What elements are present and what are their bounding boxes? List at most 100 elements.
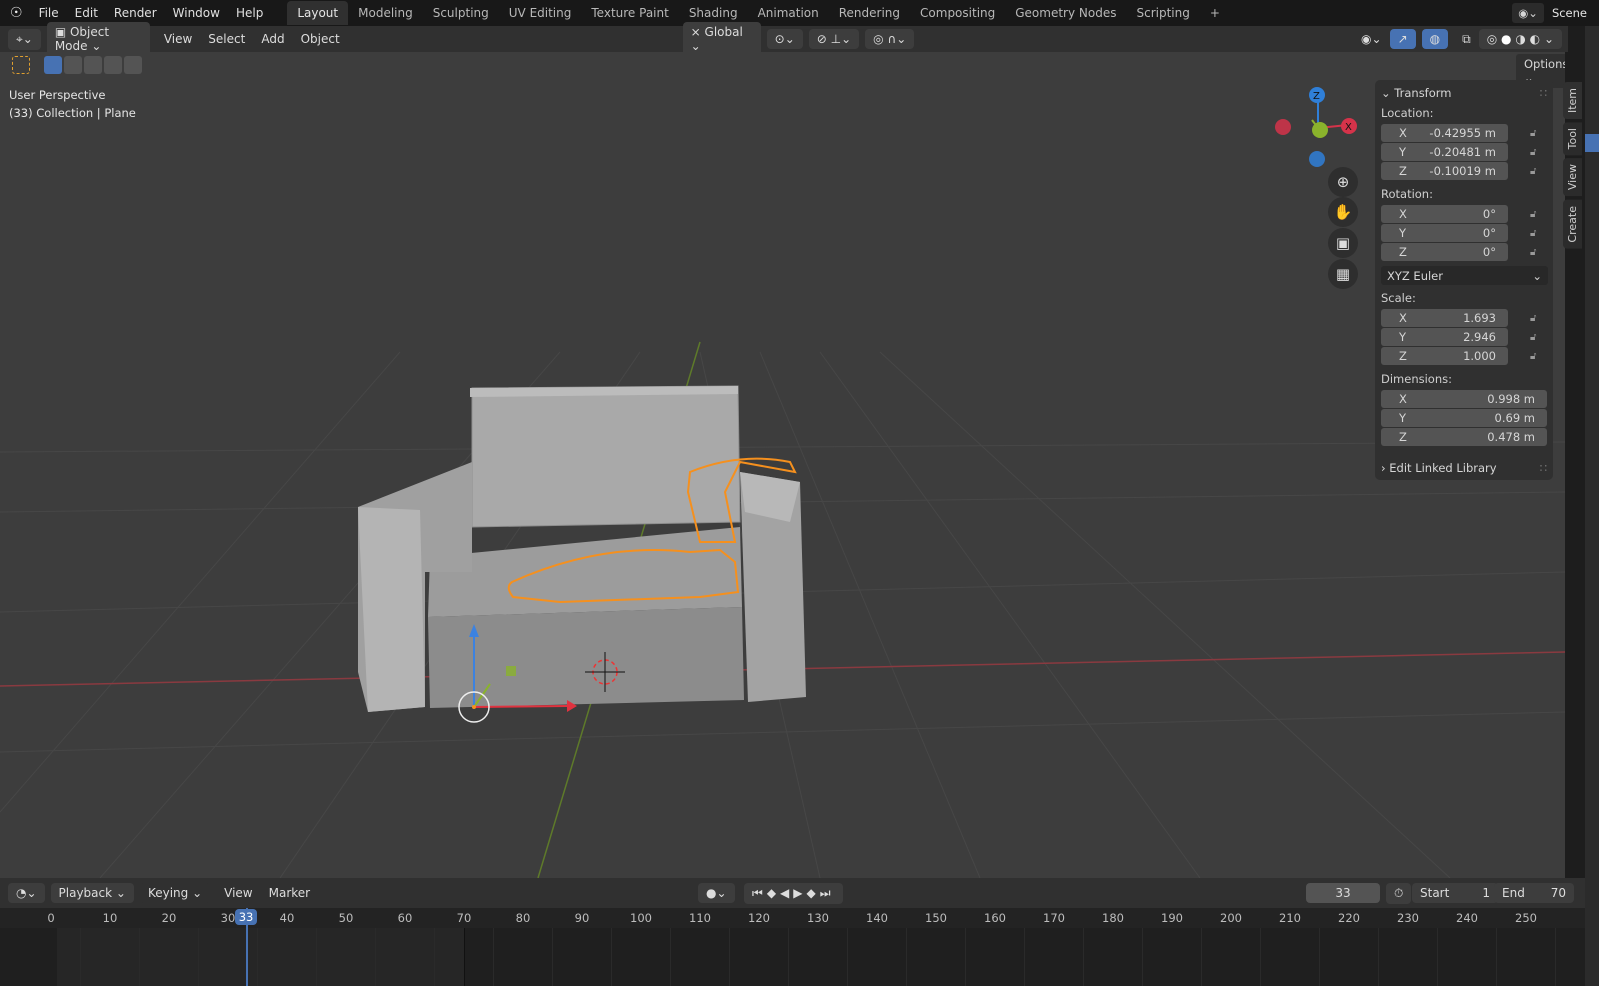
playhead-frame-label[interactable]: 33 bbox=[234, 909, 258, 925]
auto-keying-icon[interactable]: ●⌄ bbox=[698, 883, 735, 903]
end-frame-field[interactable]: End 70 bbox=[1494, 883, 1574, 903]
tab-sculpting[interactable]: Sculpting bbox=[423, 1, 499, 25]
properties-editor-edge[interactable] bbox=[1585, 26, 1599, 986]
pivot-icon[interactable]: ⊙⌄ bbox=[766, 29, 803, 49]
lock-icon[interactable]: 🔓︎ bbox=[1530, 228, 1536, 239]
add-menu[interactable]: Add bbox=[253, 32, 292, 46]
play-reverse-icon[interactable]: ◀ bbox=[780, 886, 793, 900]
jump-start-icon[interactable]: ⏮ bbox=[752, 886, 767, 900]
view-menu[interactable]: View bbox=[156, 32, 200, 46]
scale-y-field[interactable]: Y 2.946 bbox=[1381, 328, 1508, 346]
lock-icon[interactable]: 🔓︎ bbox=[1530, 313, 1536, 324]
play-icon[interactable]: ▶ bbox=[793, 886, 806, 900]
scale-x-field[interactable]: X 1.693 bbox=[1381, 309, 1508, 327]
sidebar-tab-tool[interactable]: Tool bbox=[1563, 122, 1582, 156]
navigation-gizmo[interactable]: Z X bbox=[1275, 87, 1357, 167]
menu-window[interactable]: Window bbox=[165, 6, 228, 20]
tab-animation[interactable]: Animation bbox=[748, 1, 829, 25]
lock-icon[interactable]: 🔓︎ bbox=[1530, 351, 1536, 362]
sidebar-tab-view[interactable]: View bbox=[1563, 158, 1582, 197]
lock-icon[interactable]: 🔓︎ bbox=[1530, 166, 1536, 177]
orientation-dropdown[interactable]: ⨯ Global ⌄ bbox=[682, 22, 761, 56]
rotation-z-field[interactable]: Z 0° bbox=[1381, 243, 1508, 261]
frame-ruler[interactable]: 0 10 20 30 40 50 60 70 80 90 100 110 120 130 140 150 160… bbox=[0, 908, 1585, 986]
timeline-view-menu[interactable]: View bbox=[216, 886, 260, 900]
tab-geometry-nodes[interactable]: Geometry Nodes bbox=[1005, 1, 1126, 25]
xray-icon[interactable]: ⧉ bbox=[1454, 32, 1479, 47]
prev-keyframe-icon[interactable]: ◆ bbox=[767, 886, 780, 900]
mode-dropdown[interactable]: ▣ Object Mode ⌄ bbox=[46, 22, 150, 56]
dimensions-y-field[interactable]: Y 0.69 m bbox=[1381, 409, 1547, 427]
pan-hand-icon[interactable]: ✋ bbox=[1328, 197, 1358, 227]
dimensions-z-field[interactable]: Z 0.478 m bbox=[1381, 428, 1547, 446]
edit-linked-library-header[interactable]: › Edit Linked Library ∷ bbox=[1381, 461, 1547, 475]
tab-layout[interactable]: Layout bbox=[287, 1, 349, 25]
solid-shading-icon[interactable]: ● bbox=[1501, 32, 1511, 46]
current-frame-field[interactable]: 33 bbox=[1306, 883, 1380, 903]
add-workspace-icon[interactable]: + bbox=[1200, 1, 1230, 25]
menu-edit[interactable]: Edit bbox=[67, 6, 106, 20]
object-menu[interactable]: Object bbox=[293, 32, 348, 46]
material-shading-icon[interactable]: ◑ bbox=[1515, 32, 1525, 46]
keying-menu[interactable]: Keying ⌄ bbox=[139, 883, 211, 903]
tab-texture-paint[interactable]: Texture Paint bbox=[581, 1, 678, 25]
scene-selector-icon[interactable]: ◉⌄ bbox=[1512, 3, 1544, 23]
perspective-grid-icon[interactable]: ▦ bbox=[1328, 259, 1358, 289]
sidebar-tab-create[interactable]: Create bbox=[1563, 199, 1582, 249]
tab-modeling[interactable]: Modeling bbox=[348, 1, 423, 25]
next-keyframe-icon[interactable]: ◆ bbox=[807, 886, 820, 900]
proportional-edit-icon[interactable]: ◎ ∩⌄ bbox=[865, 29, 915, 49]
visibility-icon[interactable]: ◉⌄ bbox=[1353, 32, 1390, 46]
gizmo-toggle-icon[interactable]: ↗ bbox=[1389, 29, 1416, 49]
select-invert-icon[interactable] bbox=[104, 56, 122, 74]
tab-compositing[interactable]: Compositing bbox=[910, 1, 1005, 25]
tab-uv-editing[interactable]: UV Editing bbox=[499, 1, 582, 25]
menu-render[interactable]: Render bbox=[106, 6, 165, 20]
select-intersect-icon[interactable] bbox=[124, 56, 142, 74]
lock-icon[interactable]: 🔓︎ bbox=[1530, 332, 1536, 343]
select-extend-icon[interactable] bbox=[64, 56, 82, 74]
zoom-icon[interactable]: ⊕ bbox=[1328, 167, 1358, 197]
location-y-field[interactable]: Y -0.20481 m bbox=[1381, 143, 1508, 161]
select-new-icon[interactable] bbox=[44, 56, 62, 74]
lock-icon[interactable]: 🔓︎ bbox=[1530, 247, 1536, 258]
lock-icon[interactable]: 🔓︎ bbox=[1530, 128, 1536, 139]
overlay-toggle-icon[interactable]: ◍ bbox=[1421, 29, 1449, 49]
dimensions-x-field[interactable]: X 0.998 m bbox=[1381, 390, 1547, 408]
playback-menu[interactable]: Playback ⌄ bbox=[50, 883, 134, 903]
timeline-editor-type-icon[interactable]: ◔⌄ bbox=[8, 883, 45, 903]
location-z-field[interactable]: Z -0.10019 m bbox=[1381, 162, 1508, 180]
3d-viewport[interactable]: Z X ⊕ ✋ ▣ ▦ Options ⌄ bbox=[0, 52, 1565, 878]
scene-name[interactable]: Scene bbox=[1544, 6, 1599, 20]
marker-menu[interactable]: Marker bbox=[261, 886, 318, 900]
rotation-y-field[interactable]: Y 0° bbox=[1381, 224, 1508, 242]
tab-scripting[interactable]: Scripting bbox=[1126, 1, 1199, 25]
preview-range-icon[interactable]: ⏱ bbox=[1386, 882, 1412, 904]
select-tool-icon[interactable] bbox=[12, 56, 30, 74]
snap-icon[interactable]: ⊘ ⊥⌄ bbox=[808, 29, 860, 49]
start-frame-field[interactable]: Start 1 bbox=[1412, 883, 1498, 903]
rotation-mode-dropdown[interactable]: XYZ Euler ⌄ bbox=[1381, 266, 1548, 285]
transform-header[interactable]: ⌄ Transform ∷ bbox=[1381, 86, 1547, 100]
rendered-shading-icon[interactable]: ◐ bbox=[1530, 32, 1540, 46]
lock-icon[interactable]: 🔓︎ bbox=[1530, 209, 1536, 220]
wireframe-shading-icon[interactable]: ◎ bbox=[1487, 32, 1497, 46]
sidebar-tab-item[interactable]: Item bbox=[1563, 82, 1582, 120]
select-subtract-icon[interactable] bbox=[84, 56, 102, 74]
shading-modes[interactable]: ◎ ● ◑ ◐ ⌄ bbox=[1478, 29, 1562, 49]
rotation-x-field[interactable]: X 0° bbox=[1381, 205, 1508, 223]
lock-icon[interactable]: 🔓︎ bbox=[1530, 147, 1536, 158]
jump-end-icon[interactable]: ⏭ bbox=[820, 886, 835, 900]
location-x-field[interactable]: X -0.42955 m bbox=[1381, 124, 1508, 142]
tab-rendering[interactable]: Rendering bbox=[829, 1, 910, 25]
editor-type-icon[interactable]: ⌖⌄ bbox=[8, 28, 41, 50]
menu-help[interactable]: Help bbox=[228, 6, 271, 20]
scale-z-field[interactable]: Z 1.000 bbox=[1381, 347, 1508, 365]
frame-tick-label: 240 bbox=[1456, 911, 1478, 925]
camera-icon[interactable]: ▣ bbox=[1328, 228, 1358, 258]
blender-logo-icon[interactable]: ☉ bbox=[0, 5, 31, 21]
timeline-tracks[interactable] bbox=[0, 928, 1585, 986]
menu-file[interactable]: File bbox=[31, 6, 67, 20]
select-menu[interactable]: Select bbox=[200, 32, 253, 46]
frame-grid-line bbox=[1496, 928, 1497, 986]
